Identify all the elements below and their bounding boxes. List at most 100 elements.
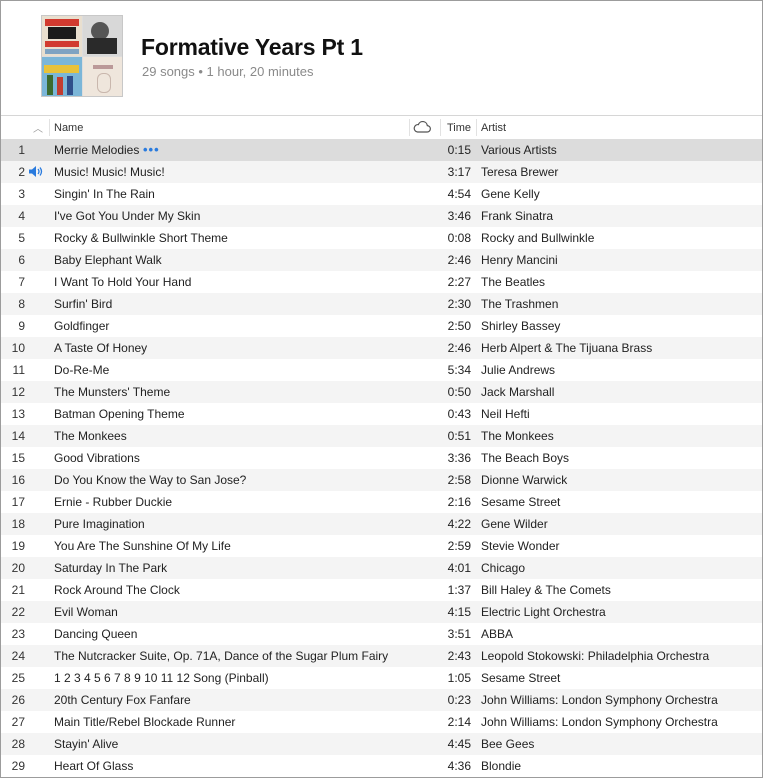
track-time: 2:59	[447, 539, 471, 553]
track-number: 26	[11, 693, 25, 707]
track-row[interactable]: 23 Dancing Queen 3:51 ABBA	[1, 623, 762, 645]
track-artist: John Williams: London Symphony Orchestra	[481, 693, 718, 707]
track-time: 0:23	[447, 693, 471, 707]
playlist-window: Formative Years Pt 1 29 songs • 1 hour, …	[0, 0, 763, 778]
track-number: 11	[12, 363, 25, 377]
track-number: 21	[11, 583, 25, 597]
track-row[interactable]: 22 Evil Woman 4:15 Electric Light Orchestra	[1, 601, 762, 623]
track-artist: The Trashmen	[481, 297, 559, 311]
track-row[interactable]: 18 Pure Imagination 4:22 Gene Wilder	[1, 513, 762, 535]
track-row[interactable]: 21 Rock Around The Clock 1:37 Bill Haley & …	[1, 579, 762, 601]
track-number: 22	[11, 605, 25, 619]
track-time: 4:36	[447, 759, 471, 773]
track-list: 1 Merrie Melodies 0:15 Various Artists ••• 2 M…	[1, 139, 762, 777]
more-actions-icon[interactable]: •••	[143, 142, 160, 157]
track-number: 12	[11, 385, 25, 399]
track-row[interactable]: 27 Main Title/Rebel Blockade Runner 2:14 Jo…	[1, 711, 762, 733]
now-playing-speaker-icon	[28, 165, 44, 181]
track-row[interactable]: 28 Stayin' Alive 4:45 Bee Gees	[1, 733, 762, 755]
playlist-title[interactable]: Formative Years Pt 1	[141, 34, 363, 61]
track-row[interactable]: 2 Music! Music! Music! 3:17 Teresa Brewer	[1, 161, 762, 183]
track-row[interactable]: 12 The Munsters' Theme 0:50 Jack Marshall	[1, 381, 762, 403]
track-number: 2	[18, 165, 25, 179]
track-row[interactable]: 5 Rocky & Bullwinkle Short Theme 0:08 Rocky…	[1, 227, 762, 249]
track-row[interactable]: 16 Do You Know the Way to San Jose? 2:58 Di…	[1, 469, 762, 491]
track-number: 16	[11, 473, 25, 487]
track-row[interactable]: 13 Batman Opening Theme 0:43 Neil Hefti	[1, 403, 762, 425]
album-cover-1	[42, 16, 82, 56]
track-row[interactable]: 26 20th Century Fox Fanfare 0:23 John Willi…	[1, 689, 762, 711]
track-name: Stayin' Alive	[54, 737, 119, 751]
track-row[interactable]: 25 1 2 3 4 5 6 7 8 9 10 11 12 Song (Pinba…	[1, 667, 762, 689]
track-time: 2:14	[447, 715, 471, 729]
track-name: Good Vibrations	[54, 451, 140, 465]
track-number: 20	[11, 561, 25, 575]
track-time: 2:50	[447, 319, 471, 333]
track-name: Dancing Queen	[54, 627, 138, 641]
track-time: 3:51	[447, 627, 471, 641]
track-name: I Want To Hold Your Hand	[54, 275, 192, 289]
track-row[interactable]: 1 Merrie Melodies 0:15 Various Artists •••	[1, 139, 762, 161]
column-divider[interactable]	[409, 119, 410, 136]
track-number: 27	[11, 715, 25, 729]
album-cover-4	[82, 56, 122, 96]
track-artist: The Beach Boys	[481, 451, 570, 465]
track-row[interactable]: 14 The Monkees 0:51 The Monkees	[1, 425, 762, 447]
track-time: 4:45	[447, 737, 471, 751]
track-artist: ABBA	[481, 627, 514, 641]
sort-ascending-icon[interactable]: ︿	[33, 120, 43, 135]
track-name: Rock Around The Clock	[54, 583, 180, 597]
track-row[interactable]: 9 Goldfinger 2:50 Shirley Bassey	[1, 315, 762, 337]
track-name: You Are The Sunshine Of My Life	[54, 539, 231, 553]
track-artist: Jack Marshall	[481, 385, 555, 399]
track-row[interactable]: 15 Good Vibrations 3:36 The Beach Boys	[1, 447, 762, 469]
track-number: 14	[11, 429, 25, 443]
track-row[interactable]: 29 Heart Of Glass 4:36 Blondie	[1, 755, 762, 777]
track-artist: Blondie	[481, 759, 522, 773]
track-time: 5:34	[447, 363, 471, 377]
track-number: 28	[11, 737, 25, 751]
track-number: 23	[11, 627, 25, 641]
track-artist: Henry Mancini	[481, 253, 558, 267]
icloud-status-icon[interactable]	[413, 120, 431, 136]
track-row[interactable]: 6 Baby Elephant Walk 2:46 Henry Mancini	[1, 249, 762, 271]
track-time: 4:22	[447, 517, 471, 531]
track-time: 1:37	[447, 583, 471, 597]
track-number: 13	[11, 407, 25, 421]
track-name: I've Got You Under My Skin	[54, 209, 201, 223]
column-header-time[interactable]: Time	[447, 122, 471, 134]
column-divider[interactable]	[440, 119, 441, 136]
track-time: 0:08	[447, 231, 471, 245]
track-row[interactable]: 4 I've Got You Under My Skin 3:46 Frank Sin…	[1, 205, 762, 227]
track-name: Rocky & Bullwinkle Short Theme	[54, 231, 228, 245]
track-row[interactable]: 7 I Want To Hold Your Hand 2:27 The Beatles	[1, 271, 762, 293]
track-artist: Bee Gees	[481, 737, 535, 751]
track-row[interactable]: 24 The Nutcracker Suite, Op. 71A, Dance o…	[1, 645, 762, 667]
track-name: Do-Re-Me	[54, 363, 110, 377]
playlist-artwork[interactable]	[41, 15, 123, 97]
column-header-name[interactable]: Name	[54, 122, 83, 134]
track-artist: The Beatles	[481, 275, 546, 289]
track-artist: Gene Kelly	[481, 187, 540, 201]
track-artist: Stevie Wonder	[481, 539, 560, 553]
track-artist: Dionne Warwick	[481, 473, 568, 487]
track-row[interactable]: 3 Singin' In The Rain 4:54 Gene Kelly	[1, 183, 762, 205]
column-divider[interactable]	[476, 119, 477, 136]
track-number: 10	[11, 341, 25, 355]
track-artist: Sesame Street	[481, 495, 561, 509]
track-row[interactable]: 19 You Are The Sunshine Of My Life 2:59 Ste…	[1, 535, 762, 557]
track-row[interactable]: 8 Surfin' Bird 2:30 The Trashmen	[1, 293, 762, 315]
track-row[interactable]: 11 Do-Re-Me 5:34 Julie Andrews	[1, 359, 762, 381]
track-row[interactable]: 17 Ernie - Rubber Duckie 2:16 Sesame Street	[1, 491, 762, 513]
track-number: 3	[18, 187, 25, 201]
track-name: Saturday In The Park	[54, 561, 168, 575]
track-artist: Frank Sinatra	[481, 209, 554, 223]
track-name: Merrie Melodies	[54, 143, 140, 157]
column-header-artist[interactable]: Artist	[481, 122, 506, 134]
track-row[interactable]: 20 Saturday In The Park 4:01 Chicago	[1, 557, 762, 579]
track-name: Baby Elephant Walk	[54, 253, 162, 267]
column-divider[interactable]	[49, 119, 50, 136]
track-row[interactable]: 10 A Taste Of Honey 2:46 Herb Alpert & The …	[1, 337, 762, 359]
track-artist: Various Artists	[481, 143, 557, 157]
track-time: 2:58	[447, 473, 471, 487]
